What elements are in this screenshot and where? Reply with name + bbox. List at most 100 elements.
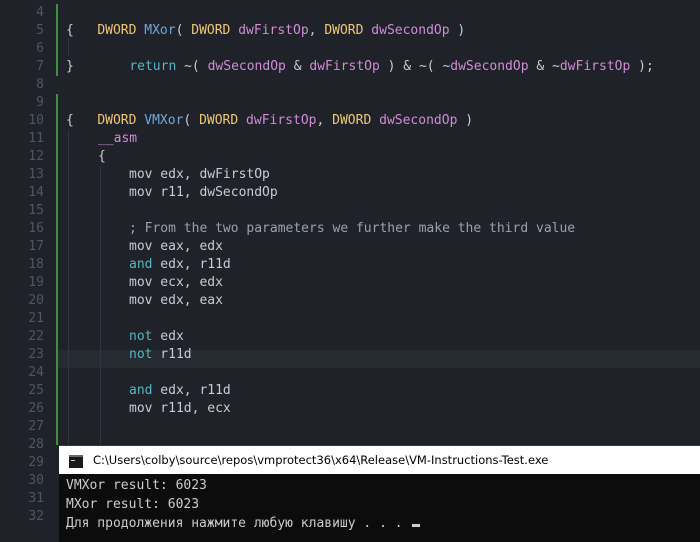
operator-token: ~( <box>176 59 208 74</box>
param-token: dwFirstOp <box>246 113 317 128</box>
asm-operands: edx <box>152 329 184 344</box>
brace-token: { <box>98 149 106 164</box>
line-number: 7 <box>36 59 44 74</box>
line-number: 17 <box>28 239 44 254</box>
line-number: 26 <box>28 401 44 416</box>
keyword-token: return <box>129 59 177 74</box>
console-line: VMXor result: 6023 <box>66 478 207 493</box>
asm-not-keyword: not <box>129 347 153 362</box>
line-number: 25 <box>28 383 44 398</box>
code-line: { <box>66 112 74 130</box>
console-prompt-text: Для продолжения нажмите любую клавишу . … <box>66 516 411 531</box>
asm-operands: edx, r11d <box>152 383 231 398</box>
line-number: 19 <box>28 275 44 290</box>
type-token: DWORD <box>191 23 231 38</box>
code-line: mov eax, edx <box>129 238 223 256</box>
line-number: 8 <box>36 77 44 92</box>
asm-operands: r11d <box>152 347 192 362</box>
line-number: 9 <box>36 95 44 110</box>
type-token: DWORD <box>199 113 239 128</box>
param-token: dwSecondOp <box>450 59 529 74</box>
line-number: 22 <box>28 329 44 344</box>
line-number: 13 <box>28 167 44 182</box>
indent-guide <box>100 166 101 445</box>
code-line: and edx, r11d <box>129 382 231 400</box>
operator-token: & ~ <box>528 59 560 74</box>
code-line: } <box>66 58 74 76</box>
comma-token: , <box>308 23 325 38</box>
change-marker <box>56 40 58 58</box>
indent-guide <box>68 130 69 445</box>
code-line: not edx <box>129 328 184 346</box>
asm-instruction: mov edx, dwFirstOp <box>129 167 270 182</box>
line-number: 21 <box>28 311 44 326</box>
line-number: 32 <box>28 509 44 524</box>
brace-token: } <box>66 59 74 74</box>
type-token: DWORD <box>97 113 137 128</box>
line-number: 6 <box>36 41 44 56</box>
function-name: VMXor <box>144 113 184 128</box>
asm-instruction: mov eax, edx <box>129 239 223 254</box>
line-number: 27 <box>28 419 44 434</box>
line-number: 11 <box>28 131 44 146</box>
change-marker <box>56 22 58 40</box>
code-line: not r11d <box>129 346 192 364</box>
line-number: 20 <box>28 293 44 308</box>
line-number: 28 <box>28 437 44 452</box>
operator-token: ); <box>630 59 654 74</box>
line-number: 12 <box>28 149 44 164</box>
change-marker <box>56 58 58 76</box>
text-cursor <box>412 524 421 527</box>
asm-instruction: mov r11, dwSecondOp <box>129 185 278 200</box>
type-token: DWORD <box>332 113 372 128</box>
line-number: 15 <box>28 203 44 218</box>
console-titlebar[interactable]: C:\Users\colby\source\repos\vmprotect36\… <box>59 446 700 474</box>
type-token: DWORD <box>324 23 364 38</box>
operator-token: ) & ~( <box>379 59 443 74</box>
code-line: mov edx, eax <box>129 292 223 310</box>
asm-and-keyword: and <box>129 257 153 272</box>
asm-operands: edx, r11d <box>152 257 231 272</box>
function-name: MXor <box>144 23 176 38</box>
line-number: 14 <box>28 185 44 200</box>
console-title: C:\Users\colby\source\repos\vmprotect36\… <box>93 453 549 467</box>
line-number: 10 <box>28 113 44 128</box>
console-window[interactable]: C:\Users\colby\source\repos\vmprotect36\… <box>59 445 700 542</box>
param-token: dwFirstOp <box>309 59 380 74</box>
line-number: 18 <box>28 257 44 272</box>
console-line: Для продолжения нажмите любую клавишу . … <box>66 514 421 533</box>
param-token: dwFirstOp <box>559 59 631 74</box>
code-line: mov r11, dwSecondOp <box>129 184 278 202</box>
param-token: dwSecondOp <box>207 59 286 74</box>
line-number: 4 <box>36 5 44 20</box>
line-number: 24 <box>28 365 44 380</box>
console-app-icon <box>69 455 83 468</box>
code-line: mov ecx, edx <box>129 274 223 292</box>
line-number: 29 <box>28 455 44 470</box>
paren-token: ( <box>175 23 192 38</box>
asm-instruction: mov r11d, ecx <box>129 401 231 416</box>
asm-instruction: mov ecx, edx <box>129 275 223 290</box>
type-token: DWORD <box>97 23 137 38</box>
asm-and-keyword: and <box>129 383 153 398</box>
asm-instruction: mov edx, eax <box>129 293 223 308</box>
code-line: __asm <box>98 130 137 148</box>
param-token: dwFirstOp <box>238 23 309 38</box>
line-number: 16 <box>28 221 44 236</box>
line-number: 5 <box>36 23 44 38</box>
asm-not-keyword: not <box>129 329 153 344</box>
change-marker <box>56 94 58 445</box>
line-number: 23 <box>28 347 44 362</box>
param-token: dwSecondOp <box>379 113 458 128</box>
code-line: return ~( dwSecondOp & dwFirstOp ) & ~( … <box>98 40 654 94</box>
line-number: 31 <box>28 491 44 506</box>
code-line: { <box>98 148 106 166</box>
code-line: { <box>66 22 74 40</box>
paren-token: ( <box>183 113 200 128</box>
brace-token: { <box>66 23 74 38</box>
change-marker <box>56 4 58 22</box>
asm-comment: ; From the two parameters we further mak… <box>129 221 576 236</box>
operator-token: & <box>285 59 310 74</box>
code-line: mov r11d, ecx <box>129 400 231 418</box>
paren-token: ) <box>449 23 466 38</box>
